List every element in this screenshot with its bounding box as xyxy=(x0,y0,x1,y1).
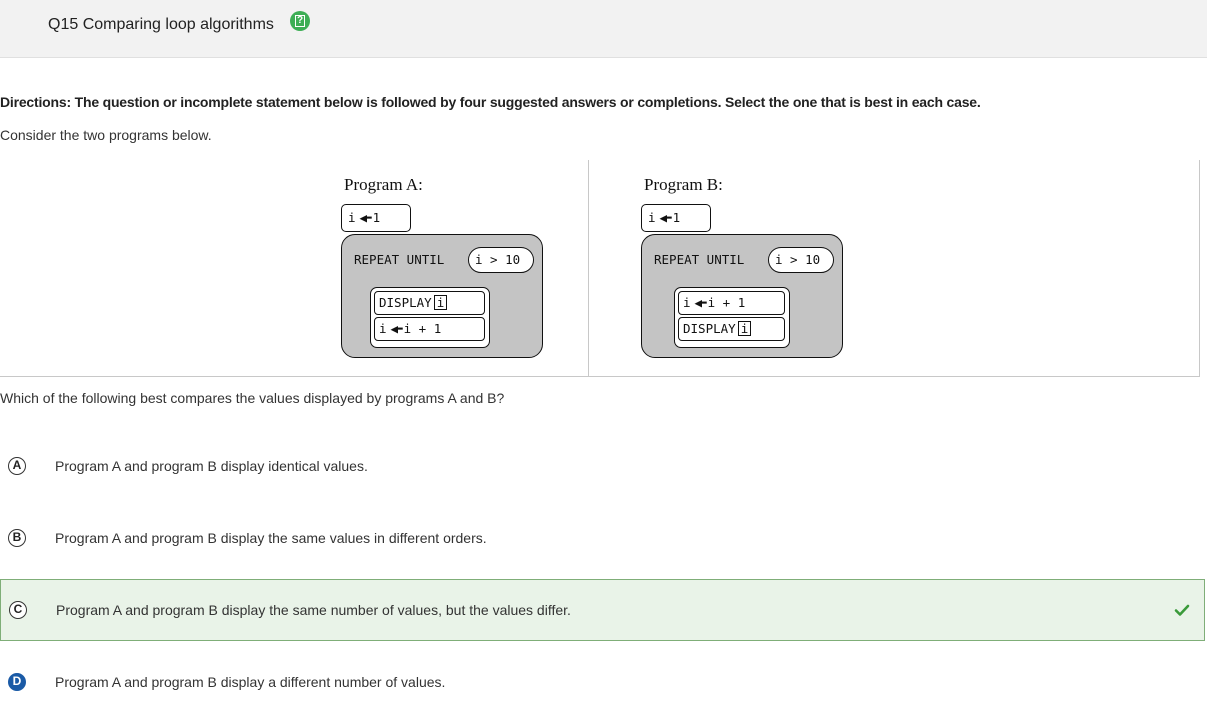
program-a-display-kw: DISPLAY xyxy=(379,295,432,310)
program-b-body: i ◀━ i + 1 DISPLAY i xyxy=(674,287,790,348)
option-b-text: Program A and program B display the same… xyxy=(55,530,487,546)
program-a-increment-expr: i + 1 xyxy=(403,321,442,336)
assign-arrow-icon: ◀━ xyxy=(659,210,672,225)
option-d-text: Program A and program B display a differ… xyxy=(55,674,446,690)
program-a-repeat-label: REPEAT UNTIL xyxy=(354,252,445,267)
directions-text: Directions: The question or incomplete s… xyxy=(0,94,981,110)
program-a-increment-var: i xyxy=(379,321,387,336)
programs-divider xyxy=(588,160,589,376)
program-b-display-kw: DISPLAY xyxy=(683,321,736,336)
program-a-init-val: 1 xyxy=(372,210,381,225)
correct-check-icon xyxy=(1174,604,1190,616)
option-c-text: Program A and program B display the same… xyxy=(56,602,571,618)
program-a-display-var: i xyxy=(433,295,448,310)
program-b-label: Program B: xyxy=(644,175,723,194)
program-b-repeat-block: REPEAT UNTIL i > 10 i ◀━ i + 1 DISPLAY i xyxy=(641,234,843,358)
option-d-letter: D xyxy=(8,673,26,691)
program-b-display-var: i xyxy=(737,321,752,336)
option-a-text: Program A and program B display identica… xyxy=(55,458,368,474)
intro-text: Consider the two programs below. xyxy=(0,127,212,143)
program-b-init: i ◀━ 1 xyxy=(641,204,711,232)
answer-option-b[interactable]: B Program A and program B display the sa… xyxy=(0,507,1205,569)
answer-option-a[interactable]: A Program A and program B display identi… xyxy=(0,435,1205,497)
option-b-letter: B xyxy=(8,529,26,547)
program-a-label: Program A: xyxy=(344,175,423,194)
assign-arrow-icon: ◀━ xyxy=(359,210,372,225)
help-icon-glyph: ? xyxy=(295,15,305,27)
question-stem: Which of the following best compares the… xyxy=(0,390,505,406)
program-b-increment-var: i xyxy=(683,295,691,310)
program-b-init-val: 1 xyxy=(672,210,681,225)
program-b-condition: i > 10 xyxy=(768,247,834,273)
question-title: Q15 Comparing loop algorithms xyxy=(48,16,274,33)
program-b-increment-stmt: i ◀━ i + 1 xyxy=(678,291,785,315)
option-a-letter: A xyxy=(8,457,26,475)
answer-option-c[interactable]: C Program A and program B display the sa… xyxy=(0,579,1205,641)
program-a-repeat-block: REPEAT UNTIL i > 10 DISPLAY i i ◀━ i + 1 xyxy=(341,234,543,358)
assign-arrow-icon: ◀━ xyxy=(694,295,707,310)
assign-arrow-icon: ◀━ xyxy=(390,321,403,336)
program-a-body: DISPLAY i i ◀━ i + 1 xyxy=(370,287,490,348)
option-c-letter: C xyxy=(9,601,27,619)
program-b-repeat-label: REPEAT UNTIL xyxy=(654,252,745,267)
program-a-increment-stmt: i ◀━ i + 1 xyxy=(374,317,485,341)
programs-figure: Program A: i ◀━ 1 REPEAT UNTIL i > 10 DISP… xyxy=(0,160,1200,377)
program-a-condition: i > 10 xyxy=(468,247,534,273)
help-icon[interactable]: ? xyxy=(290,11,310,31)
program-b-display-stmt: DISPLAY i xyxy=(678,317,785,341)
answer-option-d[interactable]: D Program A and program B display a diff… xyxy=(0,651,1205,713)
program-b-increment-expr: i + 1 xyxy=(707,295,746,310)
program-a-init-var: i xyxy=(348,210,356,225)
program-a-init: i ◀━ 1 xyxy=(341,204,411,232)
question-header: Q15 Comparing loop algorithms ? xyxy=(0,0,1207,58)
program-b-init-var: i xyxy=(648,210,656,225)
program-a-display-stmt: DISPLAY i xyxy=(374,291,485,315)
